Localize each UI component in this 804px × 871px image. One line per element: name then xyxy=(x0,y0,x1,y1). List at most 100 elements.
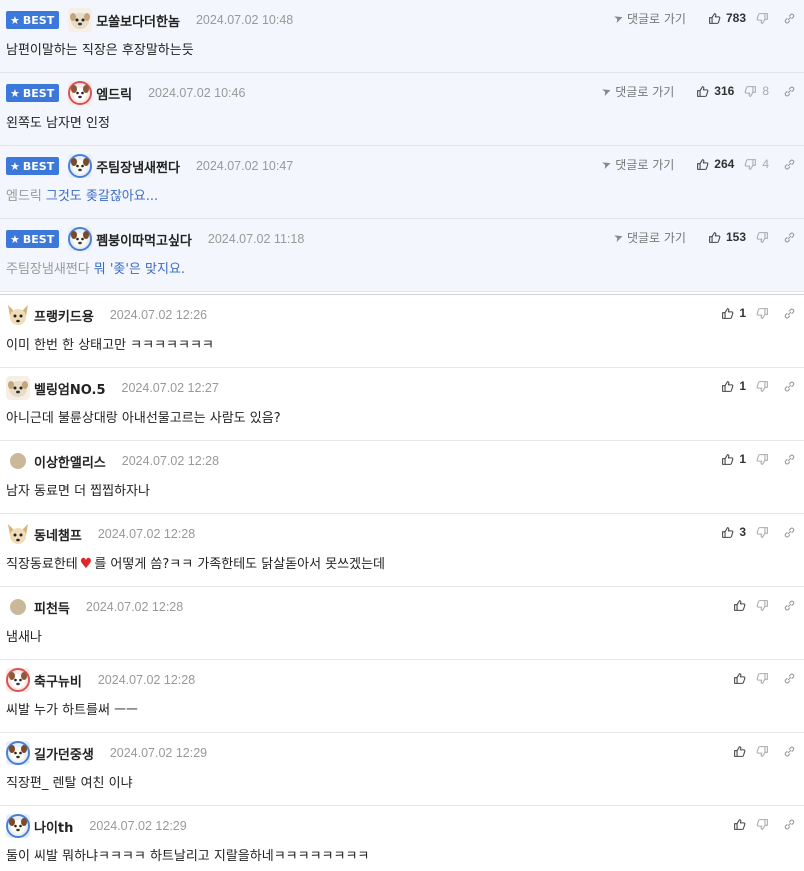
avatar[interactable] xyxy=(68,81,93,105)
upvote-count: 1 xyxy=(739,452,746,466)
timestamp: 2024.07.02 12:28 xyxy=(97,673,196,687)
thumbs-down-icon xyxy=(744,158,757,171)
best-comment: ★ BEST 주팀장냄새쩐다 2024.07.02 10:47 엠드릭 그것도 좆갈잖아요… xyxy=(0,146,804,219)
link-icon[interactable] xyxy=(783,158,796,171)
downvote-button[interactable] xyxy=(756,745,769,758)
downvote-button[interactable] xyxy=(756,818,769,831)
comment-text: 냄새나 xyxy=(6,630,42,645)
comment-item: 동네챔프 2024.07.02 12:28 직장동료한테 ♥ 를 어떻게 씀?ㅋㅋ 가족… xyxy=(0,514,804,587)
link-icon[interactable] xyxy=(783,526,796,539)
comment-actions: ➤ 댓글로 가기 264 4 xyxy=(600,154,796,174)
downvote-button[interactable] xyxy=(756,599,769,612)
link-icon[interactable] xyxy=(783,380,796,393)
upvote-button[interactable]: 1 xyxy=(721,306,746,320)
upvote-button[interactable] xyxy=(733,599,746,612)
avatar[interactable] xyxy=(10,453,26,469)
link-icon[interactable] xyxy=(783,453,796,466)
link-icon[interactable] xyxy=(783,85,796,98)
link-icon[interactable] xyxy=(783,12,796,25)
link-icon[interactable] xyxy=(783,672,796,685)
downvote-button[interactable] xyxy=(756,526,769,539)
thumbs-down-icon xyxy=(756,818,769,831)
go-to-reply-link[interactable]: ➤ 댓글로 가기 xyxy=(600,83,674,100)
comment-body: 주팀장냄새쩐다 뭐 '좆'은 맞지요. xyxy=(6,258,185,277)
upvote-button[interactable]: 3 xyxy=(721,525,746,539)
comment-header: 피천득 2024.07.02 12:28 xyxy=(6,595,183,619)
upvote-button[interactable]: 783 xyxy=(708,11,746,25)
nickname[interactable]: 엠드릭 xyxy=(96,84,132,103)
upvote-count: 1 xyxy=(739,306,746,320)
avatar[interactable] xyxy=(68,8,93,32)
thumbs-up-icon xyxy=(696,85,709,98)
downvote-button[interactable] xyxy=(756,231,769,244)
go-to-reply-link[interactable]: ➤ 댓글로 가기 xyxy=(612,229,686,246)
link-icon[interactable] xyxy=(783,818,796,831)
comment-header: 이상한앨리스 2024.07.02 12:28 xyxy=(6,449,219,473)
downvote-button[interactable] xyxy=(756,672,769,685)
upvote-button[interactable]: 1 xyxy=(721,379,746,393)
link-icon[interactable] xyxy=(783,231,796,244)
thumbs-up-icon xyxy=(721,453,734,466)
thumbs-up-icon xyxy=(733,745,746,758)
nickname[interactable]: 주팀장냄새쩐다 xyxy=(96,157,180,176)
comment-actions: 1 xyxy=(711,449,796,469)
nickname[interactable]: 모쏠보다더한놈 xyxy=(96,11,180,30)
downvote-button[interactable] xyxy=(756,453,769,466)
comment-body: 왼쪽도 남자면 인정 xyxy=(6,112,110,131)
comment-header: ★ BEST 펨붕이따먹고싶다 2024.07.02 11:18 xyxy=(6,227,304,251)
comment-item: 축구뉴비 2024.07.02 12:28 씨발 누가 하트를써 ㅡㅡ xyxy=(0,660,804,733)
link-icon[interactable] xyxy=(783,307,796,320)
star-icon: ★ xyxy=(10,159,20,173)
nickname[interactable]: 이상한앨리스 xyxy=(34,452,106,471)
best-badge: ★ BEST xyxy=(6,84,60,102)
comment-text: 직장동료한테 xyxy=(6,557,78,572)
link-icon[interactable] xyxy=(783,745,796,758)
link-icon[interactable] xyxy=(783,599,796,612)
nickname[interactable]: 동네챔프 xyxy=(34,525,82,544)
comment-header: ★ BEST 주팀장냄새쩐다 2024.07.02 10:47 xyxy=(6,154,293,178)
thumbs-up-icon xyxy=(708,12,721,25)
downvote-button[interactable]: 8 xyxy=(744,84,769,98)
go-to-reply-link[interactable]: ➤ 댓글로 가기 xyxy=(612,10,686,27)
nickname[interactable]: 프랭키드용 xyxy=(34,306,94,325)
avatar[interactable] xyxy=(6,376,30,400)
timestamp: 2024.07.02 12:29 xyxy=(109,746,208,760)
downvote-button[interactable] xyxy=(756,380,769,393)
nickname[interactable]: 벨링엄NO.5 xyxy=(34,379,106,398)
reply-mention[interactable]: 주팀장냄새쩐다 xyxy=(6,262,90,277)
timestamp: 2024.07.02 11:18 xyxy=(207,232,305,246)
thumbs-down-icon xyxy=(756,12,769,25)
nickname[interactable]: 펨붕이따먹고싶다 xyxy=(96,230,192,249)
star-icon: ★ xyxy=(10,13,20,27)
avatar[interactable] xyxy=(10,599,26,615)
star-icon: ★ xyxy=(10,232,20,246)
upvote-button[interactable]: 1 xyxy=(721,452,746,466)
upvote-button[interactable]: 264 xyxy=(696,157,734,171)
best-badge: ★ BEST xyxy=(6,11,60,29)
nickname[interactable]: 길가던중생 xyxy=(34,744,94,763)
comment-text: 뭐 '좆'은 맞지요. xyxy=(93,262,186,277)
upvote-button[interactable]: 316 xyxy=(696,84,734,98)
avatar[interactable] xyxy=(6,668,30,692)
comment-body: 남편이말하는 직장은 후장말하는듯 xyxy=(6,39,194,58)
avatar[interactable] xyxy=(6,303,30,327)
avatar[interactable] xyxy=(6,522,30,546)
go-to-reply-link[interactable]: ➤ 댓글로 가기 xyxy=(600,156,674,173)
avatar[interactable] xyxy=(68,227,93,251)
nickname[interactable]: 축구뉴비 xyxy=(34,671,82,690)
upvote-button[interactable] xyxy=(733,672,746,685)
avatar[interactable] xyxy=(6,741,30,765)
nickname[interactable]: 나이th xyxy=(34,817,73,836)
nickname[interactable]: 피천득 xyxy=(34,598,70,617)
reply-mention[interactable]: 엠드릭 xyxy=(6,189,42,204)
go-to-reply-label: 댓글로 가기 xyxy=(626,230,686,245)
avatar[interactable] xyxy=(6,814,30,838)
comment-actions xyxy=(723,595,796,615)
downvote-button[interactable] xyxy=(756,307,769,320)
downvote-button[interactable]: 4 xyxy=(744,157,769,171)
upvote-button[interactable]: 153 xyxy=(708,230,746,244)
downvote-button[interactable] xyxy=(756,12,769,25)
upvote-button[interactable] xyxy=(733,745,746,758)
upvote-button[interactable] xyxy=(733,818,746,831)
avatar[interactable] xyxy=(68,154,93,178)
